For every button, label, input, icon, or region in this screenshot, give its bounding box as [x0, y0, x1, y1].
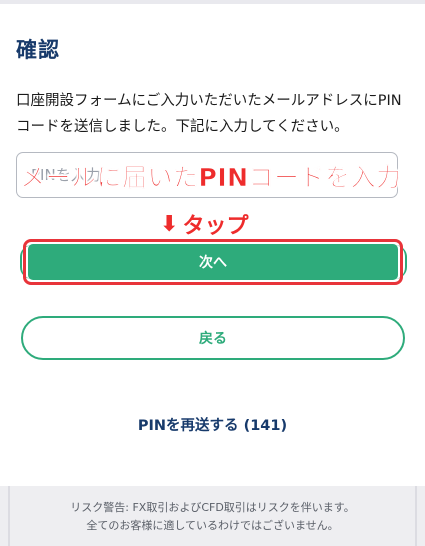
- pin-confirmation-screen: 確認 口座開設フォームにご入力いただいたメールアドレスにPINコードを送信しまし…: [0, 0, 425, 546]
- page-title: 確認: [16, 38, 60, 62]
- arrow-down-icon: ⬇: [160, 211, 179, 237]
- annotation-instruction-text: メールに届いたPINコードを入力: [20, 163, 402, 193]
- annotation-tap-hint: ⬇ タップ: [160, 208, 248, 240]
- instruction-text: 口座開設フォームにご入力いただいたメールアドレスにPINコードを送信しました。下…: [16, 93, 402, 135]
- risk-warning-footer: リスク警告: FX取引およびCFD取引はリスクを伴います。 全てのお客様に適して…: [0, 486, 425, 546]
- risk-warning-line-2: 全てのお客様に適しているわけではございません。: [86, 519, 339, 532]
- risk-warning-box: リスク警告: FX取引およびCFD取引はリスクを伴います。 全てのお客様に適して…: [8, 486, 417, 546]
- back-button[interactable]: 戻る: [21, 316, 405, 360]
- top-divider: [0, 0, 425, 4]
- next-button-highlight-frame: [23, 239, 403, 285]
- resend-pin-link[interactable]: PINを再送する (141): [0, 414, 425, 435]
- risk-warning-line-1: リスク警告: FX取引およびCFD取引はリスクを伴います。: [70, 501, 355, 514]
- annotation-tap-label: タップ: [182, 214, 249, 239]
